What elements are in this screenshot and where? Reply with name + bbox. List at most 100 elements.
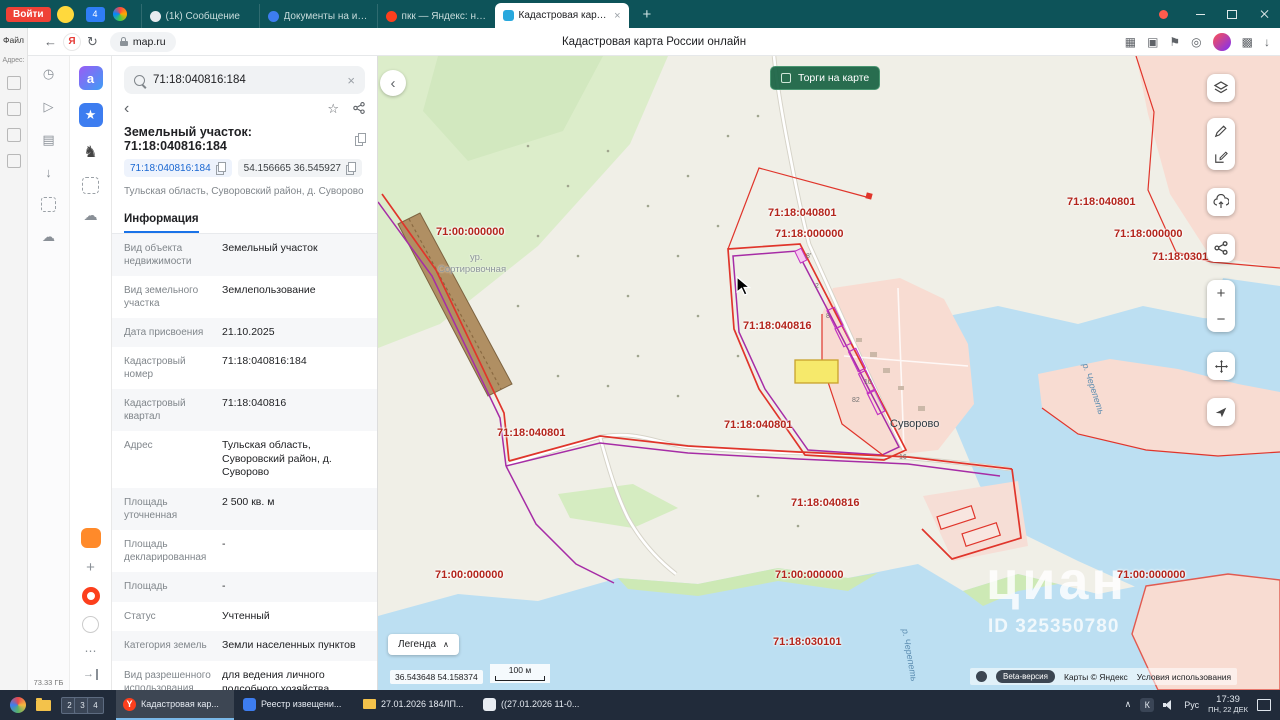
taskbar-task-button[interactable]: ((27.01.2026 11-0... bbox=[476, 690, 594, 720]
object-info-panel: 71:18:040816:184 × ‹ ☆ Земельный участок… bbox=[112, 56, 378, 690]
taskbar-task-button[interactable]: Реестр извещени... bbox=[236, 690, 354, 720]
downloads-icon[interactable]: ↓ bbox=[1264, 35, 1270, 49]
downloads-panel-icon[interactable]: ↓ bbox=[45, 165, 52, 180]
history-icon[interactable]: ◷ bbox=[43, 66, 54, 82]
collapse-sidebar-icon[interactable]: → bbox=[83, 669, 98, 680]
taskbar-widgets-icon[interactable] bbox=[10, 697, 26, 713]
tab-close-button[interactable]: × bbox=[614, 10, 620, 22]
refresh-button[interactable]: ↻ bbox=[87, 34, 98, 50]
minimize-button[interactable] bbox=[1184, 0, 1216, 28]
info-table: Вид объекта недвижимостиЗемельный участо… bbox=[112, 234, 377, 691]
more-icon[interactable]: ⋯ bbox=[85, 644, 97, 658]
share-icon bbox=[1207, 235, 1235, 261]
notification-center-icon[interactable] bbox=[1257, 699, 1271, 711]
info-row-value: 71:18:040816 bbox=[222, 397, 365, 423]
sidebar-toggle-icon[interactable]: ▣ bbox=[1147, 35, 1158, 49]
back-button[interactable]: ← bbox=[44, 34, 57, 49]
locate-control[interactable] bbox=[1207, 398, 1235, 426]
pencil-icon[interactable] bbox=[1207, 118, 1235, 144]
upload-control[interactable] bbox=[1207, 188, 1235, 216]
bookmarks-grid-icon[interactable]: ▤ bbox=[42, 132, 54, 148]
new-tab-button[interactable]: + bbox=[633, 6, 662, 23]
capture-icon[interactable] bbox=[82, 177, 99, 194]
parcel-number-label: 8 bbox=[826, 313, 830, 320]
window-group-item[interactable]: 4 bbox=[87, 697, 104, 714]
favorite-button[interactable]: ☆ bbox=[327, 101, 339, 117]
services-icon[interactable]: ▦ bbox=[1125, 35, 1136, 49]
browser-tab[interactable]: Документы на исполнен bbox=[259, 4, 377, 28]
search-input[interactable]: 71:18:040816:184 bbox=[153, 74, 339, 86]
tab-label: Документы на исполнен bbox=[284, 11, 369, 22]
user-avatar[interactable] bbox=[57, 6, 74, 23]
extensions-icon[interactable]: ▩ bbox=[1242, 35, 1253, 49]
profile-circle-icon[interactable] bbox=[82, 616, 99, 633]
close-window-button[interactable] bbox=[1248, 0, 1280, 28]
app-toolbar-icon[interactable] bbox=[7, 128, 21, 142]
tray-app-icon[interactable]: К bbox=[1140, 698, 1154, 712]
search-bar[interactable]: 71:18:040816:184 × bbox=[124, 66, 365, 94]
pinned-tab-icon[interactable] bbox=[113, 7, 127, 21]
screenshot-icon[interactable] bbox=[41, 197, 56, 212]
login-button[interactable]: Войти bbox=[6, 7, 51, 22]
target-icon[interactable]: ◎ bbox=[1191, 35, 1201, 49]
address-bar[interactable]: map.ru bbox=[110, 32, 176, 52]
parcel-number-label: 16 bbox=[899, 454, 907, 461]
add-panel-icon[interactable]: + bbox=[86, 559, 95, 576]
flag-icon[interactable]: ⚑ bbox=[1169, 35, 1180, 49]
copy-icon[interactable] bbox=[346, 162, 356, 174]
share-button[interactable] bbox=[353, 102, 365, 117]
object-title: Земельный участок: 71:18:040816:184 bbox=[124, 125, 349, 153]
tab-information[interactable]: Информация bbox=[124, 213, 199, 233]
map-collapse-panel-button[interactable]: ‹ bbox=[380, 70, 406, 96]
pinned-tab-counter[interactable]: 4 bbox=[86, 7, 105, 22]
doc-favicon bbox=[268, 11, 279, 22]
tray-expand-icon[interactable]: ∧ bbox=[1125, 699, 1132, 710]
profile-avatar[interactable] bbox=[1213, 33, 1231, 51]
auctions-toggle-button[interactable]: Торги на карте bbox=[770, 66, 880, 90]
browser-tab[interactable]: Кадастровая карта Ро× bbox=[495, 3, 629, 28]
cadastral-number-chip[interactable]: 71:18:040816:184 bbox=[124, 159, 232, 177]
cloud-icon[interactable]: ☁ bbox=[42, 229, 55, 245]
share-map-control[interactable] bbox=[1207, 234, 1235, 262]
layers-control[interactable] bbox=[1207, 74, 1235, 102]
zoom-out-button[interactable]: − bbox=[1207, 306, 1235, 332]
maximize-button[interactable] bbox=[1216, 0, 1248, 28]
info-circle-icon[interactable] bbox=[976, 671, 987, 682]
clock[interactable]: 17:39 ПН, 22 ДЕК bbox=[1208, 695, 1248, 715]
zoom-in-button[interactable]: + bbox=[1207, 280, 1235, 306]
legend-button[interactable]: Легенда ∧ bbox=[388, 634, 459, 655]
browser-sidebar: a ★ ♞ ☁ + ⋯ → bbox=[70, 56, 112, 690]
alice-icon[interactable]: a bbox=[79, 66, 103, 90]
favorites-icon[interactable]: ★ bbox=[79, 103, 103, 127]
search-icon bbox=[134, 75, 145, 86]
panel-back-button[interactable]: ‹ bbox=[124, 101, 129, 117]
terms-link[interactable]: Условия использования bbox=[1137, 672, 1231, 682]
file-explorer-icon[interactable] bbox=[36, 700, 51, 711]
browser-logo-icon[interactable] bbox=[82, 587, 100, 605]
info-row: Площадь декларированная- bbox=[112, 530, 377, 572]
coordinates-chip[interactable]: 54.156665 36.545927 bbox=[238, 159, 362, 177]
taskbar-task-button[interactable]: 27.01.2026 184ЛП... bbox=[356, 690, 474, 720]
copy-icon[interactable] bbox=[355, 133, 365, 145]
language-indicator[interactable]: Рус bbox=[1184, 700, 1199, 710]
app-shortcut-icon[interactable]: ♞ bbox=[79, 140, 103, 164]
games-icon[interactable] bbox=[81, 528, 101, 548]
share-icon bbox=[353, 102, 365, 114]
clear-search-button[interactable]: × bbox=[347, 73, 355, 88]
app-toolbar-icon[interactable] bbox=[7, 154, 21, 168]
taskbar-task-button[interactable]: YКадастровая кар... bbox=[116, 690, 234, 720]
pan-control[interactable] bbox=[1207, 352, 1235, 380]
window-group[interactable]: 234 bbox=[65, 697, 104, 714]
media-icon[interactable]: ▷ bbox=[44, 99, 54, 115]
file-menu[interactable]: Файл bbox=[3, 35, 24, 45]
app-toolbar-icon[interactable] bbox=[7, 102, 21, 116]
app-toolbar-icon[interactable] bbox=[7, 76, 21, 90]
edit-area-icon[interactable] bbox=[1207, 144, 1235, 170]
browser-tab[interactable]: (1k) Сообщение bbox=[141, 4, 259, 28]
cloud-sync-icon[interactable]: ☁ bbox=[84, 207, 98, 224]
volume-icon[interactable] bbox=[1163, 700, 1175, 710]
browser-tab[interactable]: пкк — Яндекс: нашлось bbox=[377, 4, 495, 28]
copy-icon[interactable] bbox=[216, 162, 226, 174]
map-canvas[interactable]: 281082168' циан ID 325350780 71:00:00000… bbox=[378, 56, 1280, 690]
yandex-button[interactable]: Я bbox=[63, 33, 81, 51]
